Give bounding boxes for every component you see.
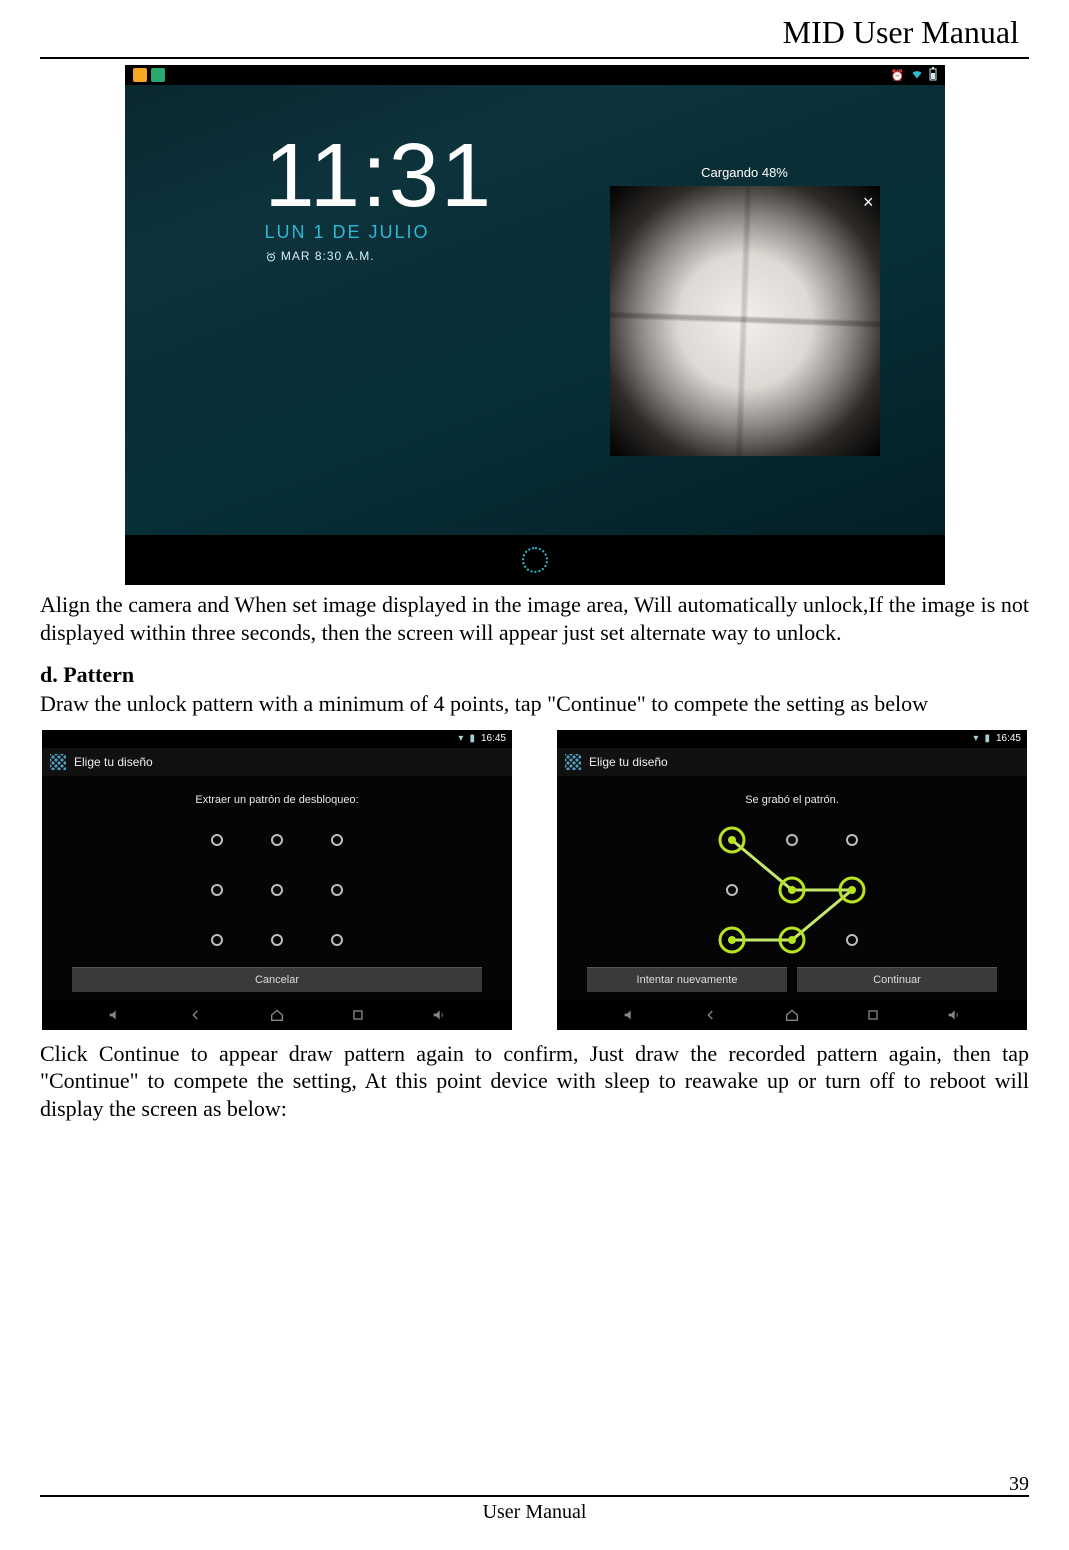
- battery-icon: ▮: [469, 733, 475, 744]
- paragraph-click-continue: Click Continue to appear draw pattern ag…: [40, 1040, 1029, 1123]
- status-bar: ▾ ▮ 16:45: [557, 730, 1027, 748]
- page-footer: 39 User Manual: [40, 1495, 1029, 1524]
- clock-alarm: MAR 8:30 A.M.: [265, 249, 494, 263]
- screenshot-pattern-draw: ▾ ▮ 16:45 Elige tu diseño Extraer un pat…: [42, 730, 512, 1030]
- wifi-icon: ▾: [458, 733, 463, 744]
- continue-button[interactable]: Continuar: [797, 967, 997, 992]
- loading-label: Cargando 48%: [605, 165, 885, 180]
- hint-text: Extraer un patrón de desbloqueo:: [42, 794, 512, 806]
- alarm-icon: [265, 251, 277, 263]
- home-icon[interactable]: [269, 1007, 285, 1023]
- screen-title-bar: Elige tu diseño: [42, 748, 512, 776]
- paragraph-pattern-intro: Draw the unlock pattern with a minimum o…: [40, 690, 1029, 718]
- back-icon[interactable]: [703, 1007, 719, 1023]
- screen-title: Elige tu diseño: [589, 755, 668, 769]
- pattern-icon: [50, 754, 66, 770]
- wifi-icon: ▾: [973, 733, 978, 744]
- close-icon[interactable]: ×: [863, 192, 874, 213]
- footer-label: User Manual: [40, 1501, 1029, 1524]
- loading-spinner-icon: [522, 547, 548, 573]
- paragraph-align-camera: Align the camera and When set image disp…: [40, 591, 1029, 646]
- back-icon[interactable]: [188, 1007, 204, 1023]
- notif-icon: [151, 68, 165, 82]
- camera-preview: ×: [610, 186, 880, 456]
- pattern-grid[interactable]: [192, 820, 362, 960]
- recent-icon[interactable]: [865, 1007, 881, 1023]
- pattern-icon: [565, 754, 581, 770]
- screenshot-lockscreen: ⏰ 11:31 LUN 1 DE JULIO MAR 8:30 A.M. Car…: [125, 65, 945, 585]
- status-time: 16:45: [481, 733, 506, 744]
- lockscreen-clock: 11:31 LUN 1 DE JULIO MAR 8:30 A.M.: [265, 125, 494, 263]
- lockscreen-bottombar: [125, 535, 945, 585]
- status-bar: ⏰: [125, 65, 945, 85]
- section-heading-d: d. Pattern: [40, 662, 1029, 688]
- screenshot-row-pattern: ▾ ▮ 16:45 Elige tu diseño Extraer un pat…: [40, 730, 1029, 1030]
- volup-icon[interactable]: [431, 1007, 447, 1023]
- voldown-icon[interactable]: [622, 1007, 638, 1023]
- alarm-label: MAR 8:30 A.M.: [281, 249, 375, 263]
- header-rule: [40, 57, 1029, 59]
- cancel-button[interactable]: Cancelar: [72, 967, 482, 992]
- status-bar: ▾ ▮ 16:45: [42, 730, 512, 748]
- screen-title-bar: Elige tu diseño: [557, 748, 1027, 776]
- home-icon[interactable]: [784, 1007, 800, 1023]
- notif-icon: [133, 68, 147, 82]
- clock-time: 11:31: [265, 125, 494, 228]
- wifi-icon: [911, 68, 923, 83]
- retry-button[interactable]: Intentar nuevamente: [587, 967, 787, 992]
- recent-icon[interactable]: [350, 1007, 366, 1023]
- document-header-title: MID User Manual: [40, 10, 1029, 55]
- battery-icon: ▮: [984, 733, 990, 744]
- battery-icon: [929, 67, 937, 84]
- volup-icon[interactable]: [946, 1007, 962, 1023]
- page-number: 39: [1009, 1473, 1029, 1496]
- system-navbar: [557, 1000, 1027, 1030]
- hint-text: Se grabó el patrón.: [557, 794, 1027, 806]
- alarm-icon: ⏰: [891, 69, 905, 82]
- status-time: 16:45: [996, 733, 1021, 744]
- button-row: Cancelar: [72, 967, 482, 992]
- face-unlock-widget: Cargando 48% ×: [605, 165, 885, 456]
- system-navbar: [42, 1000, 512, 1030]
- voldown-icon[interactable]: [107, 1007, 123, 1023]
- pattern-grid[interactable]: [707, 820, 877, 960]
- footer-rule: [40, 1495, 1029, 1497]
- screen-title: Elige tu diseño: [74, 755, 153, 769]
- screenshot-pattern-recorded: ▾ ▮ 16:45 Elige tu diseño Se grabó el pa…: [557, 730, 1027, 1030]
- button-row: Intentar nuevamente Continuar: [587, 967, 997, 992]
